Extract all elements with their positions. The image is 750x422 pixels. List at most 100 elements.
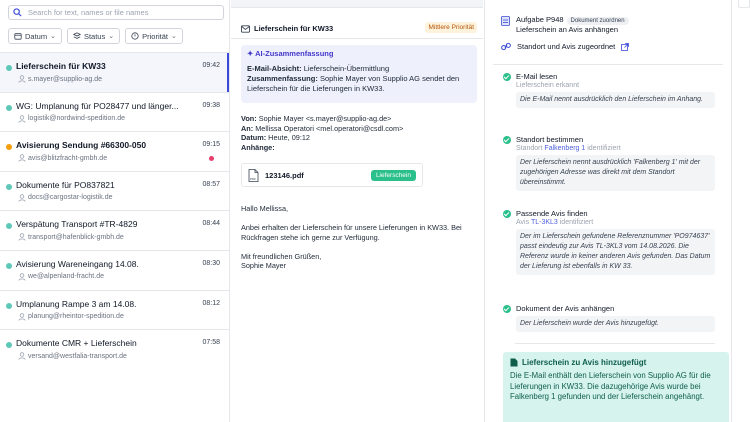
step-sub-pre: Avis bbox=[516, 219, 530, 226]
sender-email: we@alpenland-fracht.de bbox=[28, 273, 104, 281]
task-pill: Dokument zuordnen bbox=[566, 17, 629, 25]
status-dot bbox=[6, 262, 12, 269]
email-meta: Von: Sophie Mayer <s.mayer@supplio-ag.de… bbox=[241, 114, 403, 152]
email-list-item[interactable]: Avisierung Wareneingang 14.08. 08:30 we@al… bbox=[0, 249, 229, 290]
email-list: Lieferschein für KW33 09:42 s.mayer@suppli… bbox=[0, 52, 229, 369]
success-heading: Lieferschein zu Avis hinzugefügt bbox=[510, 358, 722, 367]
chevron-down-icon: ⌄ bbox=[108, 33, 115, 40]
step-title: Standort bestimmen bbox=[516, 135, 584, 144]
status-dot bbox=[6, 223, 12, 230]
email-subject: Lieferschein für KW33 bbox=[241, 24, 333, 33]
attachment-tag: Lieferschein bbox=[370, 169, 416, 181]
email-sender: s.mayer@supplio-ag.de bbox=[18, 75, 102, 83]
email-list-pane: Datum ⌄ Status ⌄ Priorität ⌄ Lieferschei… bbox=[0, 0, 230, 422]
email-title: Verspätung Transport #TR-4829 bbox=[16, 219, 138, 230]
email-list-item[interactable]: Dokumente für PO837821 08:57 docs@cargosta… bbox=[0, 170, 229, 211]
sparkle-icon: ✦ bbox=[247, 49, 254, 58]
step-title: Dokument der Avis anhängen bbox=[516, 304, 615, 313]
link-icon bbox=[501, 42, 511, 51]
step-determine-location: Standort bestimmen Standort Falkenberg 1… bbox=[503, 135, 715, 191]
email-time: 08:30 bbox=[202, 259, 220, 267]
email-time: 08:44 bbox=[202, 220, 220, 228]
search-icon bbox=[13, 8, 22, 17]
edge-cap bbox=[738, 0, 750, 8]
person-icon bbox=[18, 114, 26, 123]
filter-date-label: Datum bbox=[25, 31, 48, 41]
email-sender: versand@westfalia-transport.de bbox=[18, 352, 127, 360]
pdf-icon: PDF bbox=[248, 168, 259, 182]
attachment-filename: 123146.pdf bbox=[265, 170, 304, 180]
assignment-link[interactable]: Standort und Avis zugeordnet bbox=[501, 42, 721, 51]
status-dot bbox=[6, 104, 12, 111]
email-list-item[interactable]: Umplanung Rampe 3 am 14.08. 08:12 planung@… bbox=[0, 289, 229, 330]
sender-email: planung@rheintor-spedition.de bbox=[28, 313, 124, 321]
check-icon bbox=[503, 73, 511, 81]
priority-icon bbox=[131, 32, 139, 40]
sender-email: logistik@nordwind-spedition.de bbox=[28, 115, 125, 123]
step-reasoning: Der im Lieferschein gefundene Referenznu… bbox=[516, 229, 715, 275]
ai-intent-value: Lieferschein-Übermittlung bbox=[303, 64, 390, 73]
success-banner: Lieferschein zu Avis hinzugefügt Die E-M… bbox=[503, 352, 729, 422]
external-link-icon[interactable] bbox=[621, 42, 630, 51]
filter-status-label: Status bbox=[83, 31, 106, 41]
status-icon bbox=[72, 32, 81, 39]
filter-date-button[interactable]: Datum ⌄ bbox=[8, 28, 62, 44]
sender-email: docs@cargostar-logistik.de bbox=[28, 194, 113, 202]
location-link[interactable]: Falkenberg 1 bbox=[544, 145, 585, 152]
right-edge-strip bbox=[731, 0, 750, 422]
sender-email: avis@blitzfracht-gmbh.de bbox=[28, 154, 108, 162]
person-icon bbox=[18, 233, 26, 242]
email-title: Umplanung Rampe 3 am 14.08. bbox=[16, 298, 137, 309]
status-dot bbox=[6, 65, 12, 71]
step-read-email: E-Mail lesen Lieferschein erkannt Die E-… bbox=[503, 72, 715, 108]
divider bbox=[493, 64, 723, 65]
subject-text: Lieferschein für KW33 bbox=[254, 24, 334, 33]
status-dot bbox=[6, 342, 12, 349]
date-label: Datum: bbox=[241, 133, 267, 142]
step-sub-post: identifiziert bbox=[587, 145, 621, 152]
filter-priority-button[interactable]: Priorität ⌄ bbox=[125, 28, 183, 44]
step-attach-document: Dokument der Avis anhängen Der Liefersch… bbox=[503, 304, 715, 332]
filter-status-button[interactable]: Status ⌄ bbox=[66, 28, 121, 44]
to-value: Mellissa Operatori <mel.operatori@csdl.c… bbox=[255, 123, 404, 133]
date-value: Heute, 09:12 bbox=[268, 133, 310, 142]
body-signature: Sophie Mayer bbox=[241, 261, 287, 270]
status-dot bbox=[6, 144, 12, 151]
person-icon bbox=[18, 312, 26, 321]
task-subtitle: Lieferschein an Avis anhängen bbox=[516, 25, 619, 34]
step-subtitle: Avis TL-3KL3 identifiziert bbox=[516, 219, 715, 226]
ai-summary-box: ✦ AI-Zusammenfassung E-Mail-Absicht: Lie… bbox=[241, 45, 477, 103]
email-time: 07:58 bbox=[202, 339, 220, 347]
email-title: Avisierung Sendung #66300-050 bbox=[16, 140, 147, 151]
divider bbox=[231, 38, 483, 39]
body-closing: Mit freundlichen Grüßen, bbox=[241, 251, 322, 261]
ai-summary-heading: ✦ AI-Zusammenfassung bbox=[247, 49, 471, 58]
ai-summary: Zusammenfassung: Sophie Mayer von Suppli… bbox=[247, 74, 471, 94]
sender-email: versand@westfalia-transport.de bbox=[28, 352, 127, 360]
ai-summary-label: Zusammenfassung: bbox=[247, 74, 318, 83]
search-box[interactable] bbox=[8, 5, 224, 20]
email-time: 08:57 bbox=[202, 180, 220, 188]
priority-badge: Mittlere Priorität bbox=[425, 22, 477, 33]
status-dot bbox=[6, 183, 12, 190]
to-label: An: bbox=[241, 123, 254, 133]
divider bbox=[515, 343, 715, 344]
active-indicator bbox=[227, 53, 229, 92]
attachment-card[interactable]: PDF 123146.pdf Lieferschein bbox=[241, 163, 423, 187]
step-subtitle: Lieferschein erkannt bbox=[516, 82, 580, 89]
email-list-item[interactable]: WG: Umplanung für PO28477 und länger... 0… bbox=[0, 91, 229, 132]
avis-link[interactable]: TL-3KL3 bbox=[531, 219, 558, 226]
search-input[interactable] bbox=[28, 8, 218, 17]
status-dot bbox=[6, 302, 12, 309]
email-list-item[interactable]: Avisierung Sendung #66300-050 09:15 avis@b… bbox=[0, 131, 229, 171]
detail-toolbar bbox=[231, 0, 483, 8]
email-list-item[interactable]: Dokumente CMR + Lieferschein 07:58 versand… bbox=[0, 329, 229, 369]
email-sender: transport@hafenblick-gmbh.de bbox=[18, 233, 124, 242]
email-list-item[interactable]: Verspätung Transport #TR-4829 08:44 transp… bbox=[0, 210, 229, 250]
email-sender: we@alpenland-fracht.de bbox=[18, 273, 104, 281]
from-value: Sophie Mayer <s.mayer@supplio-ag.de> bbox=[258, 114, 392, 123]
email-list-item[interactable]: Lieferschein für KW33 09:42 s.mayer@suppli… bbox=[0, 52, 229, 92]
from-label: Von: bbox=[241, 114, 257, 123]
check-icon bbox=[503, 136, 511, 144]
step-subtitle: Standort Falkenberg 1 identifiziert bbox=[516, 145, 715, 152]
